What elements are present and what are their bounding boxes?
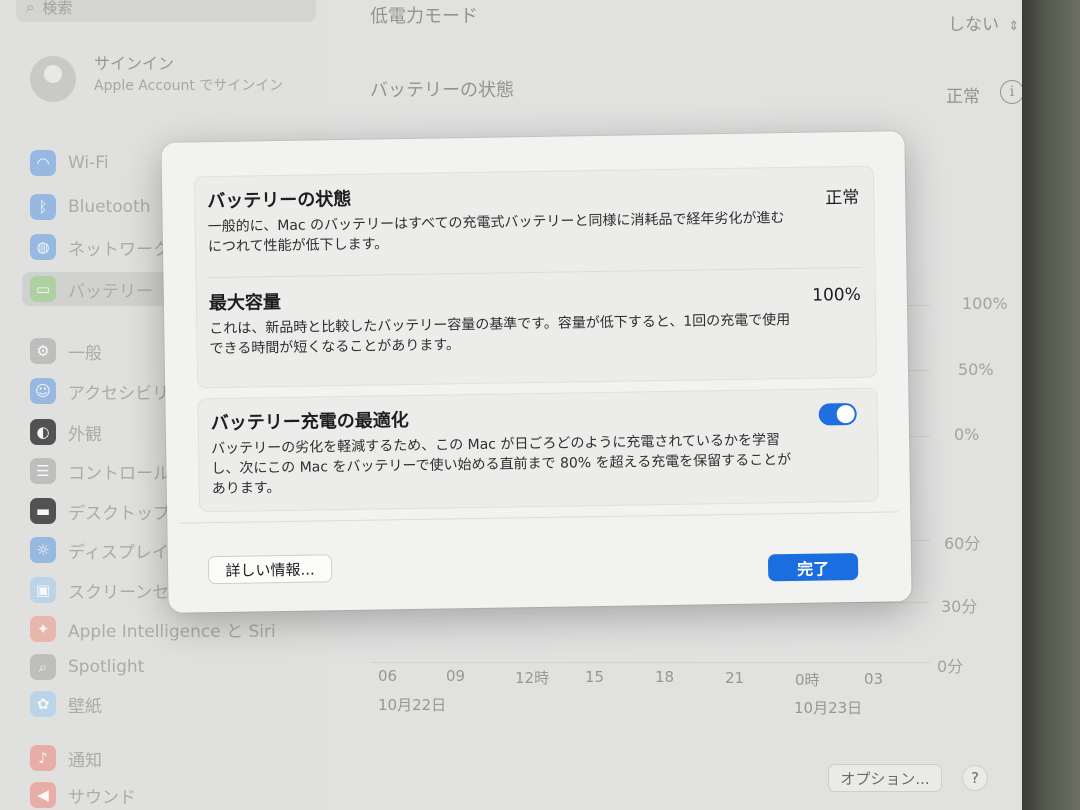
optimize-toggle[interactable] <box>818 402 857 426</box>
optimize-card: バッテリー充電の最適化 バッテリーの劣化を軽減するため、この Mac が日ごろど… <box>197 387 880 513</box>
health-description: 一般的に、Mac のバッテリーはすべての充電式バッテリーと同様に消耗品で経年劣化… <box>207 210 785 256</box>
background-scenery <box>1022 0 1080 810</box>
health-title: バッテリーの状態 <box>207 188 352 213</box>
battery-health-sheet: バッテリーの状態 正常 一般的に、Mac のバッテリーはすべての充電式バッテリー… <box>161 131 912 613</box>
screen: ⌕ 検索 サインイン Apple Account でサインイン ◠ Wi-Fi … <box>0 0 1022 810</box>
capacity-description: これは、新品時と比較したバッテリー容量の基準です。容量が低下すると、1回の充電で… <box>209 312 791 358</box>
divider <box>179 511 899 524</box>
toggle-knob <box>836 405 855 424</box>
capacity-title: 最大容量 <box>208 292 282 315</box>
optimize-title: バッテリー充電の最適化 <box>210 410 409 435</box>
optimize-description: バッテリーの劣化を軽減するため、この Mac が日ごろどのように充電されているか… <box>211 432 792 498</box>
info-card: バッテリーの状態 正常 一般的に、Mac のバッテリーはすべての充電式バッテリー… <box>193 165 878 389</box>
capacity-value: 100% <box>812 284 861 306</box>
done-button[interactable]: 完了 <box>767 552 859 582</box>
more-info-button[interactable]: 詳しい情報... <box>207 554 333 585</box>
health-value: 正常 <box>825 187 860 209</box>
divider <box>208 266 863 279</box>
